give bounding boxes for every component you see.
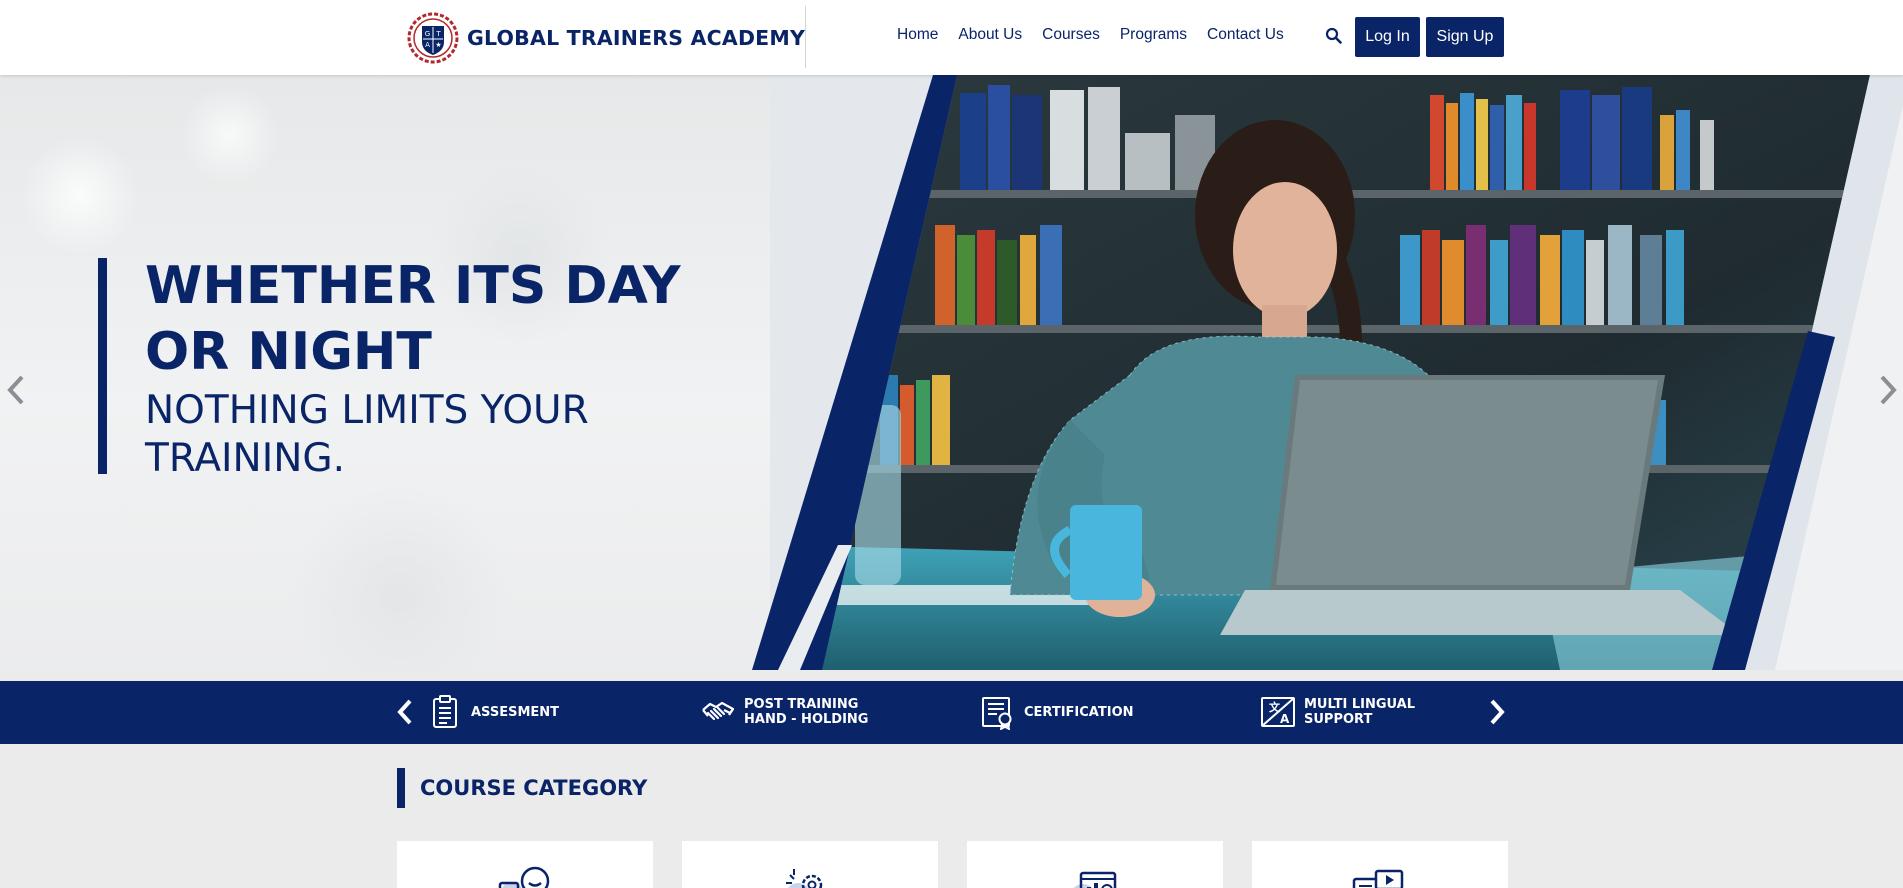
login-button[interactable]: Log In (1355, 17, 1420, 57)
features-carousel: ASSESMENT POST TRAINING HAND - HOLDING C… (0, 681, 1903, 744)
emblem-letter-a: A (425, 41, 430, 49)
nav-courses[interactable]: Courses (1042, 26, 1100, 44)
hero-title-line1: WHETHER ITS DAY (145, 256, 681, 316)
features-next-arrow-icon[interactable] (1486, 697, 1508, 727)
feature-label: CERTIFICATION (1024, 704, 1134, 720)
nav-about-us[interactable]: About Us (958, 26, 1022, 44)
feature-label: MULTI LINGUAL SUPPORT (1304, 697, 1416, 727)
feature-assesment[interactable]: ASSESMENT (427, 690, 559, 734)
nav-programs[interactable]: Programs (1120, 26, 1187, 44)
video-play-icon (1352, 869, 1404, 888)
hero-title: WHETHER ITS DAY OR NIGHT (145, 253, 745, 385)
feature-multi-lingual[interactable]: 文 A MULTI LINGUAL SUPPORT (1260, 690, 1415, 734)
header-divider (805, 6, 806, 68)
feature-label: POST TRAINING HAND - HOLDING (744, 697, 869, 727)
clipboard-icon (433, 695, 457, 728)
category-card[interactable] (967, 841, 1223, 888)
features-prev-arrow-icon[interactable] (394, 697, 416, 727)
hero-title-line2: OR NIGHT (145, 322, 432, 382)
category-card[interactable] (1252, 841, 1508, 888)
academy-emblem-icon: G T A ★ (407, 12, 459, 64)
signup-button[interactable]: Sign Up (1426, 17, 1504, 57)
feature-label: ASSESMENT (471, 704, 560, 720)
brand-logo[interactable]: G T A ★ GLOBAL TRAINERS ACADEMY (407, 12, 805, 64)
hero-accent-bar (98, 258, 107, 474)
emblem-star: ★ (435, 41, 441, 49)
gears-icon (786, 869, 823, 888)
section-accent-bar (397, 768, 405, 808)
brand-name: GLOBAL TRAINERS ACADEMY (467, 26, 806, 50)
search-icon[interactable] (1325, 27, 1343, 45)
hero-subtitle-line2: TRAINING. (145, 436, 345, 481)
slider-prev-arrow-icon[interactable] (4, 373, 28, 407)
handshake-icon (702, 701, 735, 721)
feature-certification[interactable]: CERTIFICATION (980, 690, 1134, 734)
course-category-title: COURSE CATEGORY (420, 776, 648, 800)
hero-subtitle: NOTHING LIMITS YOUR TRAINING. (145, 387, 705, 483)
hero-slider: WHETHER ITS DAY OR NIGHT NOTHING LIMITS … (0, 75, 1903, 670)
certificate-icon (982, 697, 1012, 730)
site-header: G T A ★ GLOBAL TRAINERS ACADEMY Home Abo… (0, 0, 1903, 75)
nav-home[interactable]: Home (897, 26, 938, 44)
chat-bubbles-icon (498, 866, 550, 888)
translate-icon: 文 A (1261, 697, 1295, 727)
hero-subtitle-line1: NOTHING LIMITS YOUR (145, 388, 589, 433)
slider-next-arrow-icon[interactable] (1876, 373, 1900, 407)
nav-contact-us[interactable]: Contact Us (1207, 26, 1284, 44)
emblem-letter-t: T (435, 30, 441, 38)
category-card[interactable] (397, 841, 653, 888)
emblem-letter-g: G (425, 30, 430, 38)
category-card[interactable] (682, 841, 938, 888)
presentation-chart-icon (1073, 871, 1117, 888)
svg-text:A: A (1280, 712, 1290, 726)
main-nav: Home About Us Courses Programs Contact U… (897, 26, 1304, 44)
feature-post-training[interactable]: POST TRAINING HAND - HOLDING (700, 690, 868, 734)
